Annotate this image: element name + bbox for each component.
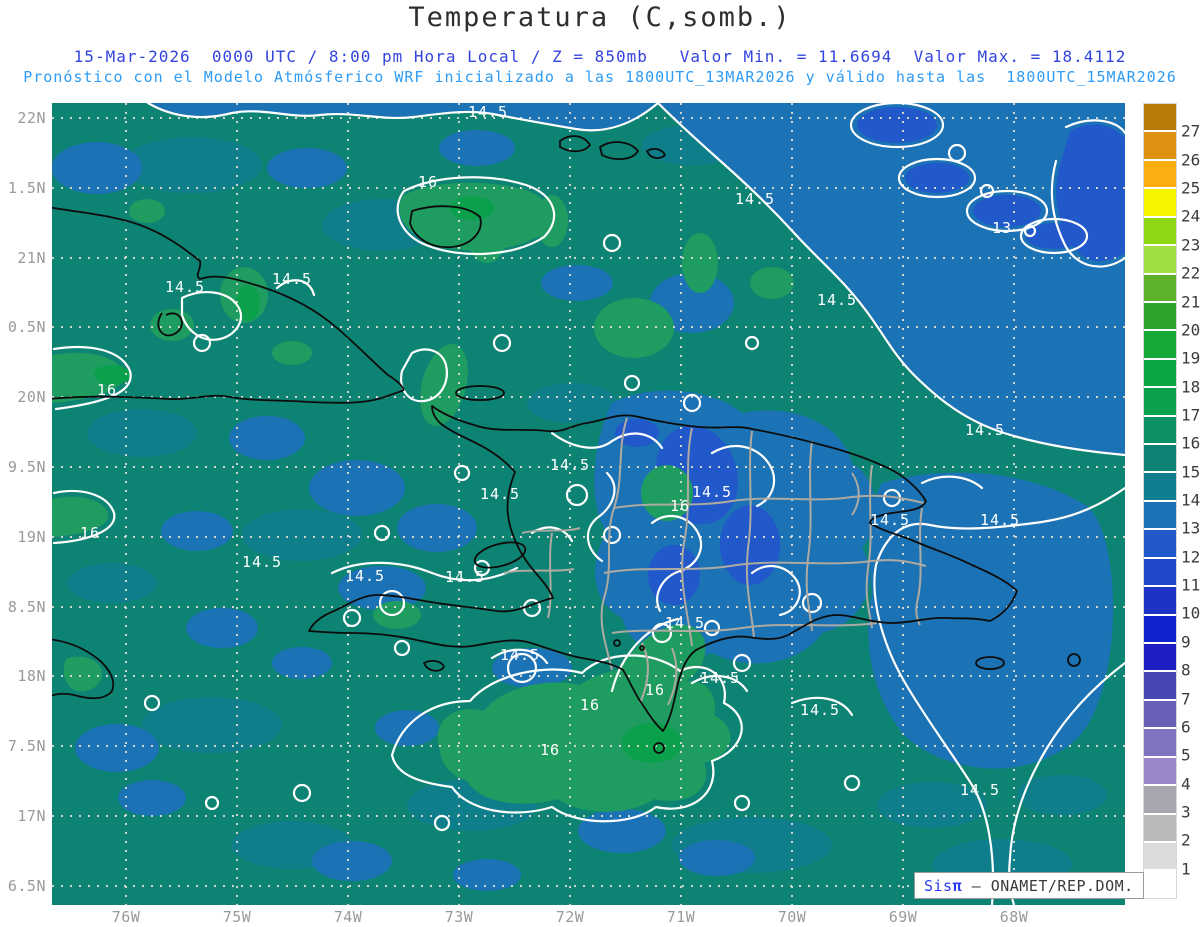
pi-logo-icon: π (953, 877, 963, 895)
colorbar-segment (1144, 559, 1176, 587)
colorbar-segment (1144, 530, 1176, 558)
colorbar-tick-label: 7 (1181, 689, 1191, 708)
colorbar-segment (1144, 417, 1176, 445)
colorbar-tick-label: 13 (1181, 519, 1200, 538)
lon-tick-label: 72W (540, 908, 600, 926)
model-info-line: Pronóstico con el Modelo Atmósferico WRF… (0, 68, 1200, 86)
lat-tick-label: 0.5N (0, 318, 46, 336)
colorbar-tick-label: 22 (1181, 264, 1200, 283)
colorbar-segment (1144, 360, 1176, 388)
colorbar-tick-label: 4 (1181, 774, 1191, 793)
colorbar-segment (1144, 388, 1176, 416)
colorbar-tick-label: 10 (1181, 604, 1200, 623)
colorbar-segment (1144, 587, 1176, 615)
colorbar-segment (1144, 758, 1176, 786)
lon-tick-label: 74W (318, 908, 378, 926)
colorbar-segment (1144, 218, 1176, 246)
colorbar-segment (1144, 275, 1176, 303)
colorbar-tick-label: 15 (1181, 462, 1200, 481)
forecast-time-line: 15-Mar-2026 0000 UTC / 8:00 pm Hora Loca… (0, 47, 1200, 66)
colorbar-segment (1144, 843, 1176, 871)
colorbar-segment (1144, 672, 1176, 700)
colorbar-segment (1144, 815, 1176, 843)
colorbar-tick-label: 5 (1181, 746, 1191, 765)
sispi-logo-text: Sis (924, 877, 953, 895)
colorbar-segment (1144, 473, 1176, 501)
lat-tick-label: 17N (0, 807, 46, 825)
lon-tick-label: 75W (207, 908, 267, 926)
branding-box: Sisπ – ONAMET/REP.DOM. (914, 872, 1144, 899)
lat-tick-label: 8.5N (0, 598, 46, 616)
lat-tick-label: 18N (0, 667, 46, 685)
colorbar-segment (1144, 132, 1176, 160)
colorbar-tick-label: 8 (1181, 661, 1191, 680)
lon-tick-label: 70W (762, 908, 822, 926)
colorbar-tick-label: 2 (1181, 831, 1191, 850)
lon-tick-label: 76W (96, 908, 156, 926)
colorbar-tick-label: 18 (1181, 377, 1200, 396)
colorbar-segment (1144, 445, 1176, 473)
colorbar-tick-label: 6 (1181, 717, 1191, 736)
colorbar-legend (1143, 103, 1177, 899)
map-plot-area: 14.514.514.514.514.514.514.514.514.514.5… (52, 103, 1125, 905)
colorbar-segment (1144, 701, 1176, 729)
colorbar-tick-labels: 2726252423222120191817161514131211109876… (1181, 103, 1200, 897)
lon-tick-label: 71W (651, 908, 711, 926)
colorbar-tick-label: 20 (1181, 320, 1200, 339)
colorbar-segment (1144, 644, 1176, 672)
colorbar-tick-label: 3 (1181, 802, 1191, 821)
lat-tick-label: 20N (0, 388, 46, 406)
colorbar-segment (1144, 786, 1176, 814)
colorbar-tick-label: 23 (1181, 235, 1200, 254)
weather-map-page: Temperatura (C,somb.) 15-Mar-2026 0000 U… (0, 0, 1200, 927)
lat-tick-label: 9.5N (0, 458, 46, 476)
colorbar-segment (1144, 331, 1176, 359)
page-title: Temperatura (C,somb.) (0, 2, 1200, 33)
weather-map-svg (52, 103, 1125, 905)
colorbar-segment (1144, 189, 1176, 217)
colorbar-tick-label: 12 (1181, 547, 1200, 566)
colorbar-tick-label: 19 (1181, 349, 1200, 368)
colorbar-segment (1144, 616, 1176, 644)
colorbar-tick-label: 24 (1181, 207, 1200, 226)
colorbar-tick-label: 26 (1181, 150, 1200, 169)
colorbar-tick-label: 27 (1181, 122, 1200, 141)
lat-tick-label: 21N (0, 249, 46, 267)
colorbar-segment (1144, 104, 1176, 132)
colorbar-segment (1144, 161, 1176, 189)
colorbar-tick-label: 14 (1181, 491, 1200, 510)
colorbar-tick-label: 1 (1181, 859, 1191, 878)
lat-tick-label: 6.5N (0, 877, 46, 895)
colorbar-segment (1144, 729, 1176, 757)
colorbar-tick-label: 21 (1181, 292, 1200, 311)
colorbar-segment (1144, 502, 1176, 530)
onamet-credit-text: – ONAMET/REP.DOM. (962, 877, 1134, 895)
colorbar-tick-label: 17 (1181, 405, 1200, 424)
colorbar-tick-label: 25 (1181, 179, 1200, 198)
lat-tick-label: 19N (0, 528, 46, 546)
lon-tick-label: 69W (873, 908, 933, 926)
colorbar-tick-label: 16 (1181, 434, 1200, 453)
colorbar-tick-label: 9 (1181, 632, 1191, 651)
lat-tick-label: 7.5N (0, 737, 46, 755)
lat-tick-label: 22N (0, 109, 46, 127)
colorbar-segment (1144, 303, 1176, 331)
colorbar-segment (1144, 871, 1176, 897)
temperature-field (52, 103, 1125, 905)
colorbar-tick-label: 11 (1181, 576, 1200, 595)
lon-tick-label: 68W (984, 908, 1044, 926)
lon-tick-label: 73W (429, 908, 489, 926)
lat-tick-label: 1.5N (0, 179, 46, 197)
colorbar-segment (1144, 246, 1176, 274)
